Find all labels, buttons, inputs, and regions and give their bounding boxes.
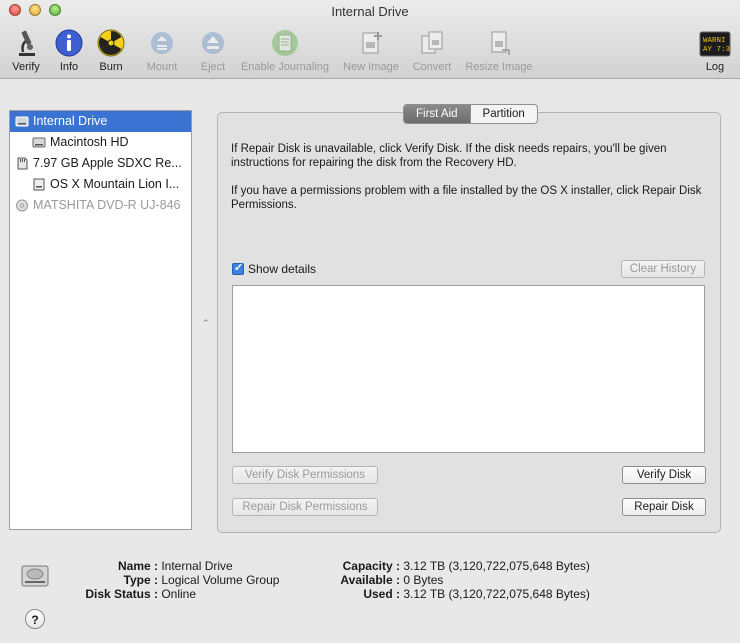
verify-button[interactable]: Verify xyxy=(8,28,44,73)
name-label: Name : xyxy=(117,559,158,573)
resize-image-label: Resize Image xyxy=(465,61,533,73)
show-details-checkbox[interactable] xyxy=(232,261,244,275)
enable-journaling-label: Enable Journaling xyxy=(240,61,330,73)
burn-radiation-icon xyxy=(97,29,125,57)
sidebar-item-label: 7.97 GB Apple SDXC Re... xyxy=(33,156,182,170)
microscope-icon xyxy=(19,30,35,56)
details-log-area[interactable] xyxy=(232,285,705,453)
eject-button[interactable]: Eject xyxy=(196,28,230,73)
disk-utility-window: Internal Drive Verify Info Burn Mount Ej… xyxy=(0,0,740,643)
show-details-label: Show details xyxy=(248,262,317,276)
new-image-icon xyxy=(362,32,382,54)
drive-info-icon xyxy=(21,565,49,587)
convert-button[interactable]: Convert xyxy=(409,28,455,73)
used-label: Used : xyxy=(363,587,400,601)
sidebar-item-sdxc-reader[interactable]: 7.97 GB Apple SDXC Re... xyxy=(10,153,191,174)
disk-info-left: Name : Internal Drive Type : Logical Vol… xyxy=(60,559,279,601)
resize-image-button[interactable]: Resize Image xyxy=(463,28,535,73)
tab-partition[interactable]: Partition xyxy=(471,105,537,123)
verify-disk-button[interactable]: Verify Disk xyxy=(622,466,706,484)
sd-card-icon xyxy=(17,157,28,170)
repair-disk-button[interactable]: Repair Disk xyxy=(622,498,706,516)
permissions-instructions: If you have a permissions problem with a… xyxy=(231,185,702,211)
log-icon-text-2: AY 7:36 xyxy=(703,46,731,54)
optical-disc-icon xyxy=(16,199,28,212)
sidebar-item-label: Internal Drive xyxy=(33,114,108,128)
help-button[interactable]: ? xyxy=(25,609,45,629)
show-details-row[interactable]: Show details xyxy=(232,261,317,276)
used-value: 3.12 TB (3,120,722,075,648 Bytes) xyxy=(403,587,590,601)
enable-journaling-button[interactable]: Enable Journaling xyxy=(238,28,332,73)
type-value: Logical Volume Group xyxy=(161,573,280,587)
verify-permissions-button[interactable]: Verify Disk Permissions xyxy=(232,466,378,484)
log-icon-text-1: WARNI xyxy=(703,37,726,45)
name-value: Internal Drive xyxy=(161,559,233,573)
console-log-icon: WARNI AY 7:36 xyxy=(699,31,731,57)
volume-icon xyxy=(32,137,46,148)
convert-label: Convert xyxy=(412,61,452,73)
sidebar-item-label: MATSHITA DVD-R UJ-846 xyxy=(33,198,181,212)
sidebar-item-dvd-drive[interactable]: MATSHITA DVD-R UJ-846 xyxy=(10,195,191,216)
mount-icon xyxy=(151,32,173,54)
capacity-label: Capacity : xyxy=(342,559,400,573)
burn-label: Burn xyxy=(99,61,123,73)
sidebar-item-label: OS X Mountain Lion I... xyxy=(50,177,180,191)
clear-history-button[interactable]: Clear History xyxy=(621,260,705,278)
eject-icon xyxy=(202,32,224,54)
sidebar-item-os-x-mountain-lion[interactable]: OS X Mountain Lion I... xyxy=(10,174,191,195)
title-bar: Internal Drive Verify Info Burn Mount Ej… xyxy=(0,0,740,79)
info-button[interactable]: Info xyxy=(52,28,86,73)
tab-first-aid[interactable]: First Aid xyxy=(404,105,471,123)
tab-bar: First Aid Partition xyxy=(403,104,538,124)
disk-list: Internal Drive Macintosh HD 7.97 GB Appl… xyxy=(9,110,192,530)
window-title: Internal Drive xyxy=(331,4,409,19)
log-button[interactable]: WARNI AY 7:36 Log xyxy=(698,28,732,73)
log-label: Log xyxy=(705,61,725,73)
status-value: Online xyxy=(161,587,197,601)
repair-permissions-button[interactable]: Repair Disk Permissions xyxy=(232,498,378,516)
capacity-value: 3.12 TB (3,120,722,075,648 Bytes) xyxy=(403,559,590,573)
disk-info-right: Capacity : 3.12 TB (3,120,722,075,648 By… xyxy=(320,559,590,601)
sidebar-item-label: Macintosh HD xyxy=(50,135,129,149)
convert-icon xyxy=(421,31,443,54)
info-icon xyxy=(55,29,83,57)
hard-drive-icon xyxy=(15,116,29,127)
mount-label: Mount xyxy=(146,61,178,73)
new-image-label: New Image xyxy=(343,61,399,73)
status-label: Disk Status : xyxy=(85,587,158,601)
info-label: Info xyxy=(59,61,79,73)
mount-button[interactable]: Mount xyxy=(142,28,182,73)
toolbar: Verify Info Burn Mount Eject Enable Jour… xyxy=(0,28,740,76)
sidebar-item-macintosh-hd[interactable]: Macintosh HD xyxy=(10,132,191,153)
burn-button[interactable]: Burn xyxy=(93,28,129,73)
splitter-handle[interactable]: ⌃ xyxy=(202,318,210,329)
eject-label: Eject xyxy=(200,61,226,73)
journal-icon xyxy=(272,30,298,56)
type-label: Type : xyxy=(123,573,158,587)
new-image-button[interactable]: New Image xyxy=(341,28,401,73)
sidebar-item-internal-drive[interactable]: Internal Drive xyxy=(10,111,191,132)
verify-label: Verify xyxy=(12,61,40,73)
available-label: Available : xyxy=(340,573,400,587)
volume-icon xyxy=(33,178,45,191)
repair-instructions: If Repair Disk is unavailable, click Ver… xyxy=(231,143,667,169)
resize-image-icon xyxy=(491,31,510,55)
available-value: 0 Bytes xyxy=(403,573,444,587)
